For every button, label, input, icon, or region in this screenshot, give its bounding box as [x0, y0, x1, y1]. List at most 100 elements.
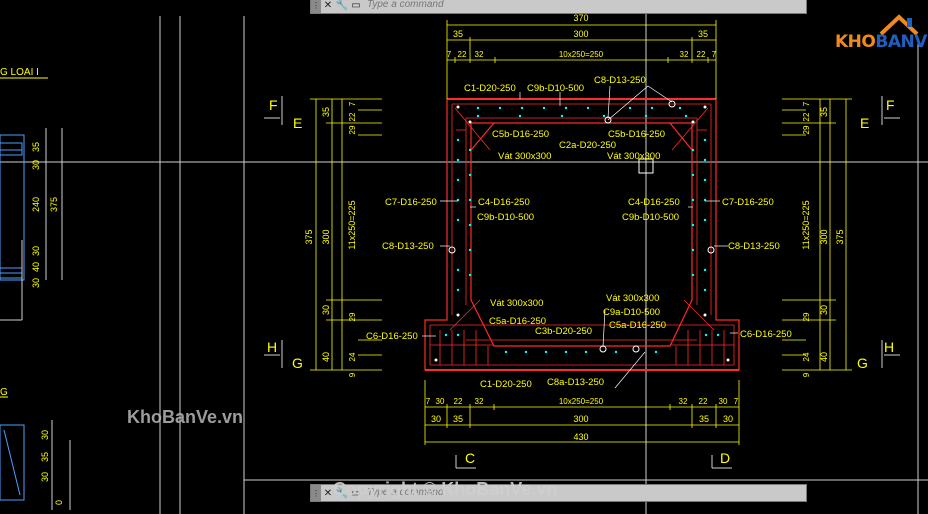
dim-bot-30-left: 30 [436, 397, 445, 406]
label-c4-left: C4-D16-250 [478, 197, 530, 208]
dim-bot-spacing: 10x250=250 [559, 397, 604, 406]
command-input[interactable]: Type a command [363, 0, 806, 12]
left-dim: 30 [31, 246, 41, 256]
logo-text-kho: KHO [835, 32, 876, 52]
left-title-1: G LOAI I [0, 67, 39, 78]
cad-viewport[interactable]: G LOAI I G 35 30 240 375 30 40 30 30 35 … [0, 0, 928, 514]
dim-top-spacing: 10x250=250 [559, 50, 604, 59]
label-c9b-right: C9b-D10-500 [622, 212, 679, 223]
left-dim: 0 [54, 500, 64, 505]
dim-bot-r30-right: 30 [723, 414, 733, 424]
label-vat-bl: Vát 300x300 [490, 298, 543, 309]
leader-lines [422, 85, 738, 389]
left-dim: 35 [40, 452, 50, 462]
dim-right: 30 [819, 305, 829, 315]
label-vat-tl: Vát 300x300 [498, 151, 551, 162]
dim-right: 9 [802, 372, 811, 377]
dim-right: 300 [819, 229, 829, 244]
label-c5b-left: C5b-D16-250 [492, 129, 549, 140]
command-prompt-icon[interactable]: ▭ [349, 0, 363, 12]
dim-top-7-right: 7 [712, 50, 717, 59]
section-letters: F E H G F E H G C D [267, 97, 895, 466]
command-bar-top[interactable]: ⋮ ✕ 🔧 ▭ Type a command [310, 0, 807, 14]
dim-right: 29 [802, 125, 811, 134]
section-G-left: G [292, 355, 303, 371]
left-dim: 40 [31, 262, 41, 272]
dim-left: 35 [321, 107, 331, 117]
left-dim: 35 [31, 142, 41, 152]
dim-top-overall: 370 [573, 13, 588, 23]
dim-left: 30 [321, 305, 331, 315]
dim-bot-32-right: 32 [679, 397, 688, 406]
dim-left: 375 [304, 229, 314, 244]
dim-bot-overall: 430 [573, 432, 588, 442]
dim-left: 300 [321, 229, 331, 244]
drawing-canvas[interactable]: G LOAI I G 35 30 240 375 30 40 30 30 35 … [0, 0, 928, 514]
section-F-right: F [886, 97, 895, 113]
left-dim: 375 [49, 197, 59, 212]
left-dim: 240 [31, 197, 41, 212]
dim-top-32-right: 32 [680, 50, 689, 59]
dim-bot-r30-left: 30 [431, 414, 441, 424]
grip-handle-icon[interactable]: ⋮ [311, 485, 321, 501]
dim-right: 11x250=225 [801, 200, 811, 249]
close-icon[interactable]: ✕ [321, 0, 335, 12]
label-c7-right: C7-D16-250 [722, 197, 774, 208]
dim-top-35-left: 35 [453, 29, 463, 39]
wrench-icon[interactable]: 🔧 [335, 0, 349, 12]
dim-bot-22-left: 22 [454, 397, 463, 406]
label-vat-br: Vát 300x300 [606, 293, 659, 304]
label-c7-left: C7-D16-250 [385, 197, 437, 208]
dim-right: 29 [802, 312, 811, 321]
dim-left: 7 [348, 101, 357, 106]
dim-right: 40 [819, 352, 829, 362]
dim-bot-r35-left: 35 [453, 414, 463, 424]
left-dim: 30 [31, 160, 41, 170]
logo-text-banve: BANVE [875, 32, 928, 52]
section-markers [264, 96, 900, 469]
label-vat-tr: Vát 300x300 [607, 151, 660, 162]
dim-bot-30-right: 30 [719, 397, 728, 406]
section-F-left: F [269, 97, 278, 113]
dim-left: 9 [348, 372, 357, 377]
grip-handle-icon[interactable]: ⋮ [311, 0, 321, 13]
left-dim: 30 [40, 472, 50, 482]
left-dim: 30 [31, 278, 41, 288]
section-H-right: H [884, 339, 894, 355]
section-H-left: H [267, 339, 277, 355]
label-c3b: C3b-D20-250 [535, 326, 592, 337]
viewport-frame [0, 0, 928, 514]
label-c1-top: C1-D20-250 [464, 83, 516, 94]
label-c4-right: C4-D16-250 [628, 197, 680, 208]
label-c5a-right: C5a-D16-250 [609, 320, 666, 331]
section-E-left: E [293, 115, 302, 131]
dim-top-7-left: 7 [447, 50, 452, 59]
dim-left: 29 [348, 125, 357, 134]
label-c8-right: C8-D13-250 [728, 241, 780, 252]
label-c8-left: C8-D13-250 [382, 241, 434, 252]
section-E-right: E [860, 115, 869, 131]
dim-left: 11x250=225 [347, 200, 357, 249]
dim-right: 22 [802, 112, 811, 121]
dim-bot-r35-right: 35 [699, 414, 709, 424]
label-c9a: C9a-D10-500 [603, 307, 660, 318]
dim-top-300: 300 [573, 29, 588, 39]
label-c8a: C8a-D13-250 [547, 377, 604, 388]
label-c6-right: C6-D16-250 [740, 329, 792, 340]
dim-bot-7-left: 7 [426, 397, 431, 406]
dim-top-35-right: 35 [698, 29, 708, 39]
section-C: C [465, 450, 475, 466]
dim-bot-r300: 300 [573, 414, 588, 424]
logo-text: KHOBANVE [835, 32, 928, 52]
dim-bot-22-right: 22 [699, 397, 708, 406]
dim-right: 7 [802, 101, 811, 106]
label-c1-bottom: C1-D20-250 [480, 379, 532, 390]
section-G-right: G [857, 355, 868, 371]
label-c9b-left: C9b-D10-500 [477, 212, 534, 223]
dim-top-22-right: 22 [697, 50, 706, 59]
dim-top-32-left: 32 [475, 50, 484, 59]
khobanve-logo: KHOBANVE [835, 14, 928, 56]
section-D: D [720, 450, 730, 466]
dim-bot-7-right: 7 [734, 397, 739, 406]
dim-top-22-left: 22 [458, 50, 467, 59]
